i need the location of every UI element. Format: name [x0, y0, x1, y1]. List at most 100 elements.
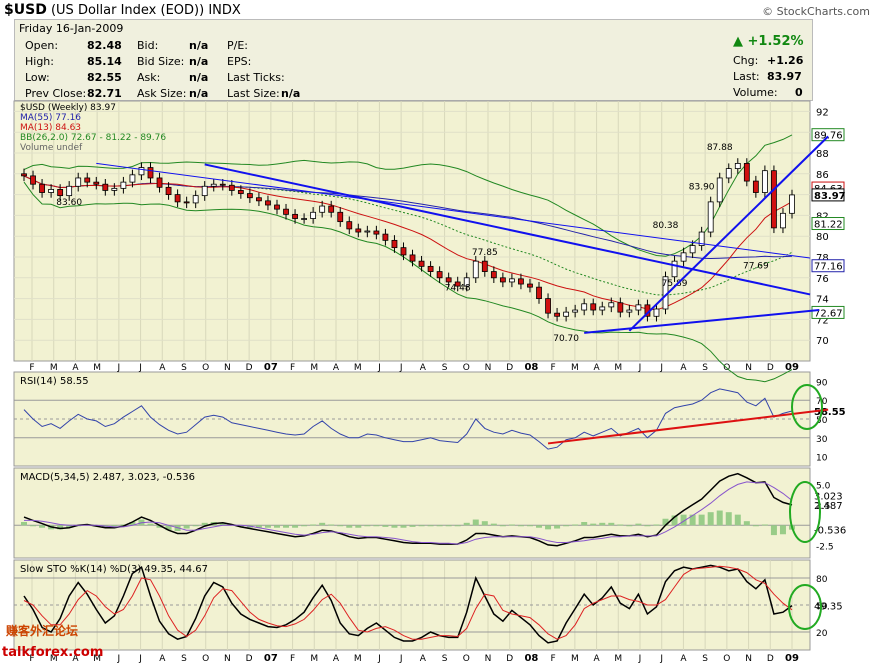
price-y-tick: 92: [816, 107, 829, 118]
macd-histogram-bar: [752, 525, 759, 527]
price-annotation: 80.38: [653, 221, 679, 231]
candle: [210, 183, 217, 187]
x-tick-label: A: [159, 363, 166, 373]
candle: [707, 201, 714, 233]
x-tick-label-bottom: J: [659, 654, 663, 664]
candle: [391, 239, 398, 249]
candle: [581, 303, 588, 311]
x-tick-label: A: [72, 363, 79, 373]
price-legend-entry: Volume undef: [20, 143, 83, 153]
x-tick-label: A: [593, 363, 600, 373]
macd-histogram-bar: [617, 524, 624, 526]
price-legend-entry: MA(13) 84.63: [20, 123, 81, 133]
macd-histogram-bar: [111, 525, 118, 527]
macd-histogram-bar: [545, 525, 552, 530]
candle: [436, 271, 443, 279]
macd-legend: MACD(5,34,5) 2.487, 3.023, -0.536: [20, 472, 195, 483]
x-tick-label-bottom: N: [745, 654, 752, 664]
x-tick-label: A: [420, 363, 427, 373]
macd-histogram-bar: [310, 524, 317, 526]
macd-histogram-bar: [572, 524, 579, 526]
rsi-y-tick: 90: [816, 378, 828, 388]
x-tick-label-bottom: 07: [264, 653, 278, 664]
macd-histogram-bar: [192, 525, 199, 527]
macd-histogram-bar: [373, 525, 380, 527]
macd-histogram-bar: [599, 522, 606, 526]
macd-histogram-bar: [770, 525, 777, 536]
x-tick-label: M: [354, 363, 362, 373]
x-tick-label-bottom: F: [551, 654, 556, 664]
macd-histogram-bar: [734, 514, 741, 526]
macd-histogram-bar: [590, 523, 597, 526]
candle: [752, 180, 759, 193]
candle: [301, 218, 307, 220]
x-tick-label-bottom: A: [593, 654, 600, 664]
price-right-label: 77.16: [814, 262, 843, 273]
candle: [490, 271, 497, 279]
x-tick-label: M: [614, 363, 622, 373]
candle: [599, 306, 606, 311]
macd-histogram-bar: [508, 524, 515, 526]
macd-histogram-bar: [608, 522, 615, 526]
rsi-y-tick: 10: [816, 454, 828, 464]
chart-canvas: F F M M A A M M J J J J A A S S O O N N D D 07 07 F F M M A A M M J J J J A A…: [13, 100, 846, 664]
watermark-chinese: 赚客外汇论坛: [6, 624, 79, 638]
x-tick-label-bottom: A: [333, 654, 340, 664]
x-tick-label-bottom: O: [463, 654, 470, 664]
x-tick-label: J: [638, 363, 642, 373]
macd-histogram-bar: [409, 525, 416, 527]
macd-histogram-bar: [319, 522, 326, 526]
candle: [445, 277, 452, 283]
macd-histogram-bar: [490, 523, 497, 526]
candle: [608, 302, 615, 308]
candle: [219, 183, 226, 186]
x-tick-label: J: [377, 363, 381, 373]
x-tick-label-bottom: 09: [785, 653, 799, 664]
candle: [563, 311, 570, 317]
candle: [427, 265, 434, 272]
sto-right-label: 49.35: [814, 602, 843, 613]
watermark-url: talkforex.com: [2, 645, 104, 660]
candle: [635, 304, 642, 311]
x-tick-label: J: [138, 363, 142, 373]
macd-histogram-bar: [382, 525, 389, 527]
macd-histogram-bar: [626, 525, 633, 527]
price-annotation: 83.60: [56, 198, 82, 208]
price-annotation: 70.70: [553, 334, 579, 344]
macd-histogram-bar: [635, 523, 642, 526]
candle: [346, 221, 353, 230]
candle: [409, 254, 416, 262]
candle: [355, 228, 362, 233]
price-y-tick: 88: [816, 149, 829, 160]
macd-y-tick: -2.5: [816, 543, 834, 553]
price-y-tick: 76: [816, 274, 829, 285]
candle: [138, 167, 145, 176]
macd-histogram-bar: [536, 525, 543, 528]
candle: [310, 211, 317, 219]
candle: [590, 303, 597, 311]
price-y-tick: 70: [816, 336, 829, 347]
price-legend-entry: BB(26,2.0) 72.67 - 81.22 - 89.76: [20, 133, 166, 143]
x-tick-label-bottom: D: [246, 654, 253, 664]
candle: [761, 170, 768, 193]
candle: [626, 309, 633, 313]
candle: [716, 177, 723, 203]
candle: [265, 200, 271, 206]
x-tick-label: F: [290, 363, 295, 373]
x-tick-label-bottom: J: [399, 654, 403, 664]
x-tick-label-bottom: S: [702, 654, 708, 664]
x-tick-label-bottom: D: [506, 654, 513, 664]
candle: [183, 201, 190, 204]
candle: [689, 245, 696, 254]
x-tick-label-bottom: A: [159, 654, 166, 664]
x-tick-label: A: [680, 363, 687, 373]
sto-legend: Slow STO %K(14) %D(3) 49.35, 44.67: [20, 564, 208, 575]
macd-histogram-bar: [716, 510, 723, 526]
candle: [75, 177, 82, 187]
x-tick-label: 09: [785, 362, 799, 373]
candle: [201, 185, 208, 197]
rsi-right-label: 58.55: [814, 407, 846, 418]
macd-histogram-bar: [292, 525, 299, 528]
macd-histogram-bar: [436, 525, 443, 527]
candle: [789, 194, 795, 214]
